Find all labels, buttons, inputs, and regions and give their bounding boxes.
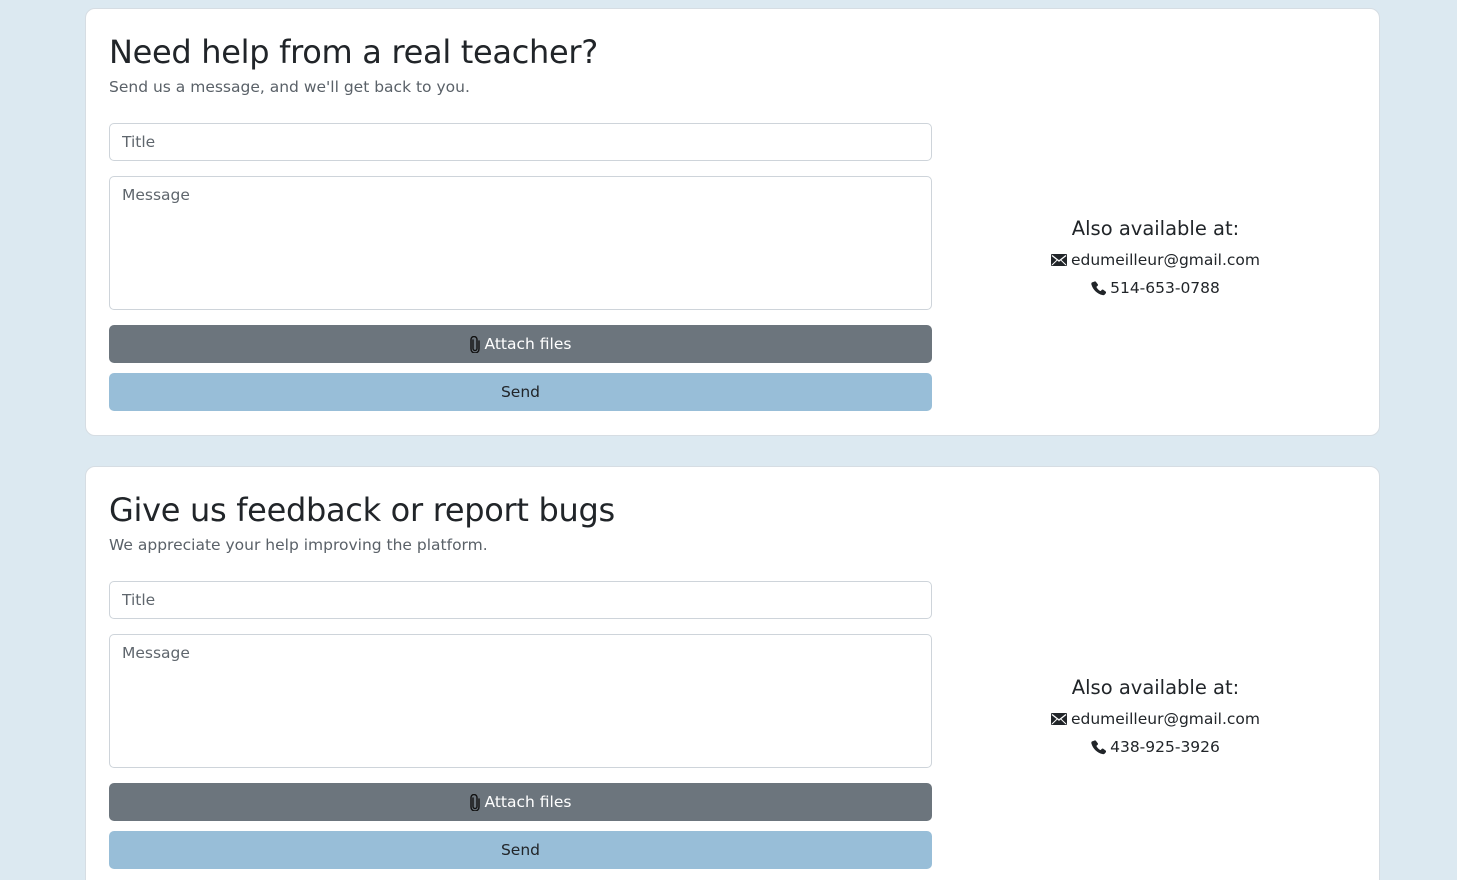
help-send-button[interactable]: Send	[109, 373, 932, 411]
feedback-subheading: We appreciate your help improving the pl…	[109, 536, 488, 554]
phone-icon	[1091, 739, 1107, 754]
feedback-email-text: edumeilleur@gmail.com	[1070, 710, 1261, 728]
help-contact-info: Also available at: edumeilleur@gmail.com…	[948, 216, 1363, 302]
feedback-send-button[interactable]: Send	[109, 831, 932, 869]
envelope-icon	[1050, 713, 1067, 725]
help-phone-text: 514-653-0788	[1110, 279, 1220, 297]
feedback-attach-files-label: Attach files	[484, 793, 572, 811]
help-contact-heading: Also available at:	[1071, 217, 1240, 240]
phone-icon	[1091, 280, 1107, 295]
feedback-attach-files-button[interactable]: Attach files	[109, 783, 932, 821]
help-contact-phone: 514-653-0788	[948, 274, 1363, 302]
feedback-contact-email: edumeilleur@gmail.com	[948, 705, 1363, 733]
help-attach-files-label: Attach files	[484, 335, 572, 353]
help-subheading: Send us a message, and we'll get back to…	[109, 78, 470, 96]
feedback-title-input[interactable]	[109, 581, 932, 619]
envelope-icon	[1050, 254, 1067, 266]
feedback-card: Give us feedback or report bugs We appre…	[85, 466, 1380, 880]
feedback-heading: Give us feedback or report bugs	[109, 491, 615, 529]
help-title-input[interactable]	[109, 123, 932, 161]
feedback-phone-text: 438-925-3926	[1110, 738, 1220, 756]
help-heading: Need help from a real teacher?	[109, 33, 598, 71]
help-email-text: edumeilleur@gmail.com	[1070, 251, 1261, 269]
paperclip-icon	[469, 793, 480, 811]
help-message-input[interactable]	[109, 176, 932, 310]
help-attach-files-button[interactable]: Attach files	[109, 325, 932, 363]
paperclip-icon	[469, 335, 480, 353]
feedback-contact-info: Also available at: edumeilleur@gmail.com…	[948, 675, 1363, 761]
help-card: Need help from a real teacher? Send us a…	[85, 8, 1380, 436]
help-contact-email: edumeilleur@gmail.com	[948, 246, 1363, 274]
feedback-contact-phone: 438-925-3926	[948, 733, 1363, 761]
feedback-message-input[interactable]	[109, 634, 932, 768]
feedback-contact-heading: Also available at:	[1071, 676, 1240, 699]
